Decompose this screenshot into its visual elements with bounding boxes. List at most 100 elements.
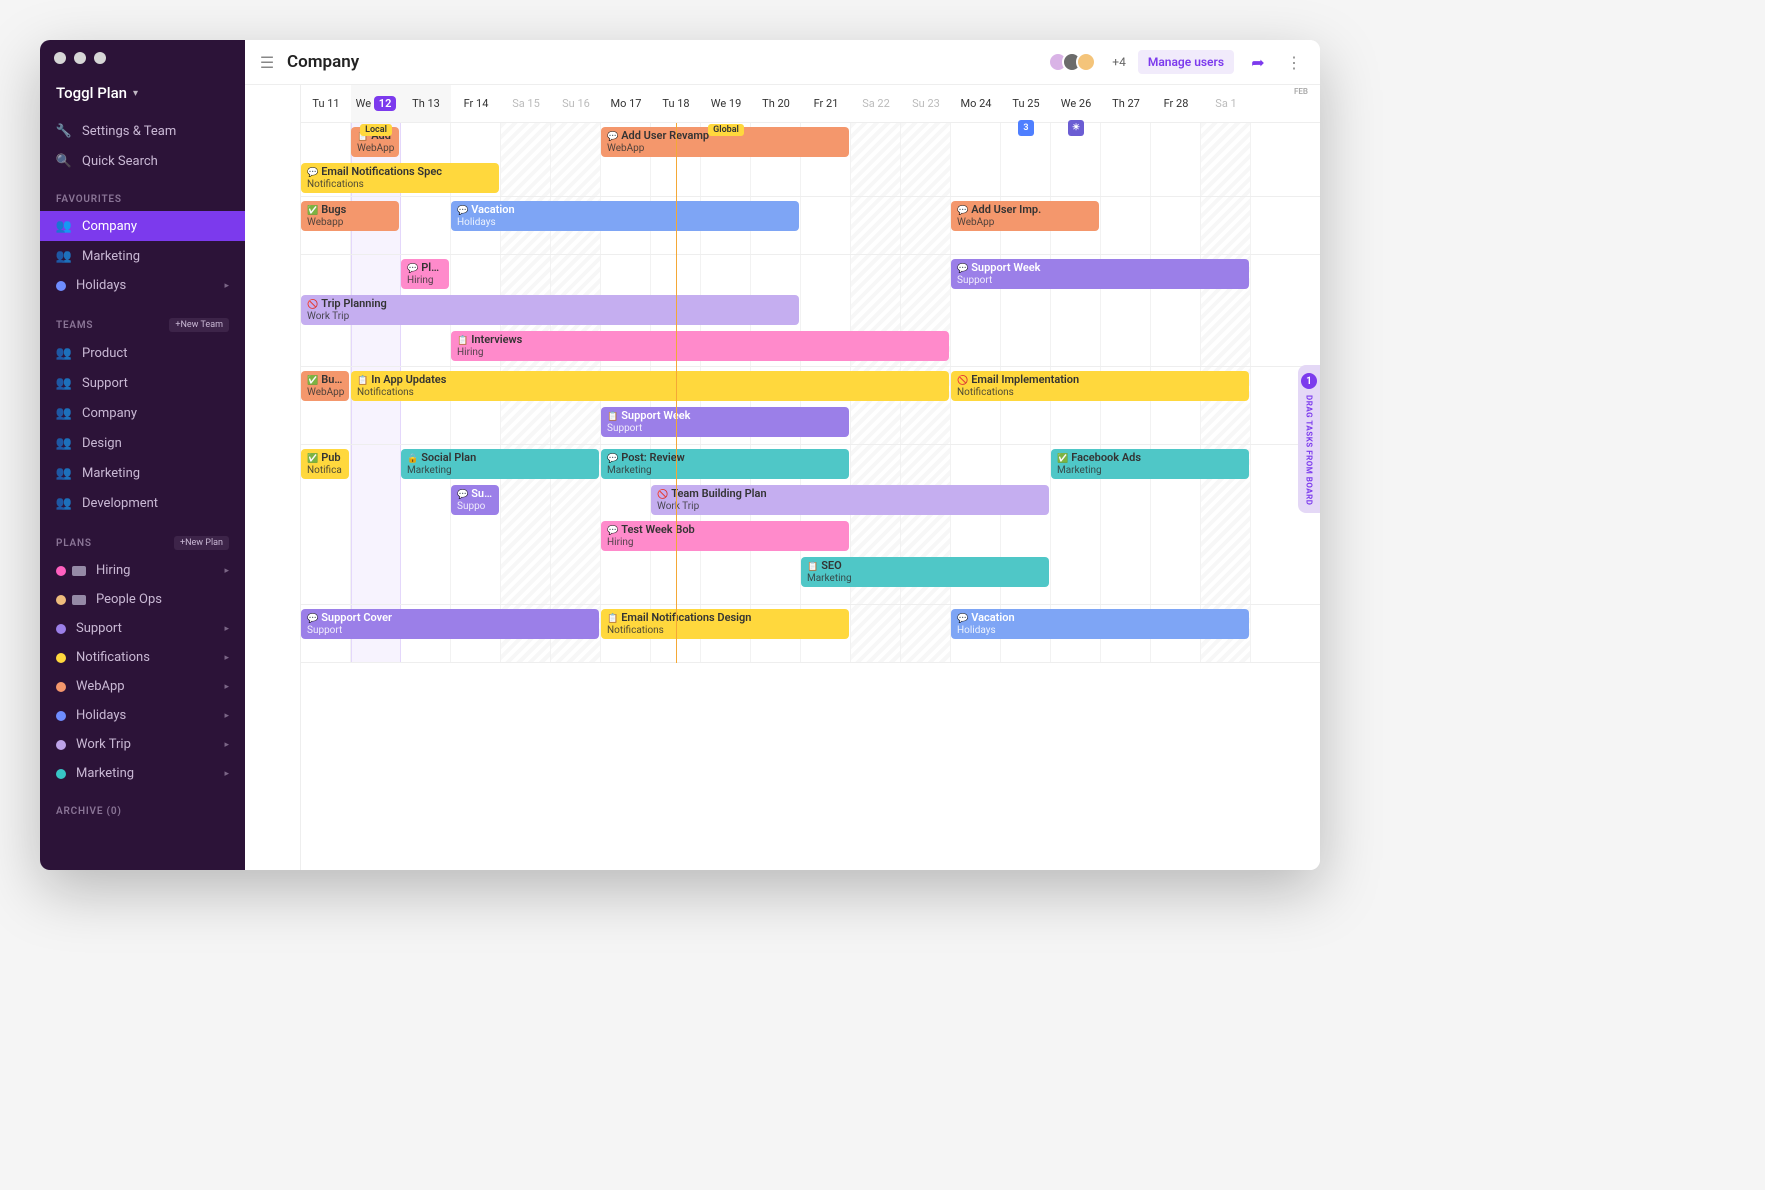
task-status-icon: 📋	[607, 614, 618, 624]
milestone-badge[interactable]: ☀	[1068, 120, 1084, 136]
task-bar[interactable]: 🚫Trip PlanningWork Trip	[301, 295, 799, 325]
day-cell[interactable]: Th 27	[1101, 85, 1151, 122]
day-cell[interactable]: Tu 18	[651, 85, 701, 122]
sidebar-label: Holidays	[76, 708, 126, 723]
sidebar-plan-notifications[interactable]: Notifications▸	[40, 643, 245, 672]
task-plan: Work Trip	[657, 501, 1043, 513]
manage-users-button[interactable]: Manage users	[1138, 50, 1234, 74]
task-bar[interactable]: 📋In App UpdatesNotifications	[351, 371, 949, 401]
task-bar[interactable]: 💬VacationHolidays	[951, 609, 1249, 639]
task-bar[interactable]: ✅Facebook AdsMarketing	[1051, 449, 1249, 479]
day-cell[interactable]: Tu 11	[301, 85, 351, 122]
sidebar-item-holidays[interactable]: Holidays▸	[40, 271, 245, 300]
kebab-icon[interactable]: ⋮	[1282, 50, 1306, 74]
day-label: Sa 1	[1215, 97, 1236, 110]
sidebar-team-development[interactable]: 👥Development	[40, 488, 245, 518]
sidebar-label: Marketing	[76, 766, 134, 781]
task-bar[interactable]: ✅BugsWebApp	[301, 371, 349, 401]
day-cell[interactable]: Fr 21	[801, 85, 851, 122]
new-plan-button[interactable]: +New Plan	[174, 536, 229, 550]
milestone-badge[interactable]: 3	[1018, 120, 1034, 136]
menu-icon[interactable]: ☰	[259, 54, 275, 70]
nav-search[interactable]: 🔍 Quick Search	[40, 146, 245, 176]
wrench-icon: 🔧	[56, 123, 72, 139]
sidebar-item-marketing[interactable]: 👥Marketing	[40, 241, 245, 271]
task-bar[interactable]: 💬PlanHiring	[401, 259, 449, 289]
day-cell[interactable]: Sa 1	[1201, 85, 1251, 122]
task-bar[interactable]: 💬SuppSuppo	[451, 485, 499, 515]
day-cell[interactable]: Mo 17	[601, 85, 651, 122]
sidebar-plan-marketing[interactable]: Marketing▸	[40, 759, 245, 788]
timeline-body[interactable]: 2020 Tu 11We 12LocalTh 13Fr 14Sa 15Su 16…	[301, 85, 1320, 870]
task-bar[interactable]: 🚫Team Building PlanWork Trip	[651, 485, 1049, 515]
milestone-badge[interactable]: Global	[708, 124, 744, 136]
sidebar-plan-support[interactable]: Support▸	[40, 614, 245, 643]
day-cell[interactable]: We 12Local	[351, 85, 401, 122]
day-cell[interactable]: Tu 253	[1001, 85, 1051, 122]
new-team-button[interactable]: +New Team	[169, 318, 229, 332]
task-plan: Notifica	[307, 465, 343, 477]
day-cell[interactable]: Su 16	[551, 85, 601, 122]
task-bar[interactable]: ✅BugsWebapp	[301, 201, 399, 231]
task-bar[interactable]: 💬Support CoverSupport	[301, 609, 599, 639]
sidebar-label: People Ops	[96, 592, 162, 607]
sidebar-plan-holidays[interactable]: Holidays ▸	[40, 701, 245, 730]
chevron-right-icon: ▸	[224, 711, 229, 721]
drag-from-board-handle[interactable]: 1 DRAG TASKS FROM BOARD	[1298, 365, 1320, 513]
task-bar[interactable]: 🚫Email ImplementationNotifications	[951, 371, 1249, 401]
sidebar-plan-webapp[interactable]: WebApp▸	[40, 672, 245, 701]
task-bar[interactable]: ✅PubNotifica	[301, 449, 349, 479]
sidebar-plan-people-ops[interactable]: People Ops	[40, 585, 245, 614]
sidebar-team-support[interactable]: 👥Support	[40, 368, 245, 398]
share-icon[interactable]: ➦	[1246, 50, 1270, 74]
day-cell[interactable]: We 19Global	[701, 85, 751, 122]
day-cell[interactable]: Th 13	[401, 85, 451, 122]
task-status-icon: 💬	[307, 614, 318, 624]
sidebar-label: Holidays	[76, 278, 126, 293]
day-cell[interactable]: Mo 24	[951, 85, 1001, 122]
day-cell[interactable]: Fr 28	[1151, 85, 1201, 122]
nav-settings[interactable]: 🔧 Settings & Team	[40, 116, 245, 146]
day-cell[interactable]: Sa 22	[851, 85, 901, 122]
task-status-icon: ✅	[307, 206, 318, 216]
brand-menu[interactable]: Toggl Plan ▾	[40, 76, 245, 116]
task-bar[interactable]: 📋InterviewsHiring	[451, 331, 949, 361]
sidebar-plan-hiring[interactable]: Hiring▸	[40, 556, 245, 585]
task-plan: WebApp	[307, 387, 343, 399]
task-title: 📋SEO	[807, 560, 1043, 573]
task-bar[interactable]: 💬Add User Imp.WebApp	[951, 201, 1099, 231]
task-bar[interactable]: 💬Post: ReviewMarketing	[601, 449, 849, 479]
plan-dot-icon	[56, 281, 66, 291]
sidebar-plan-work-trip[interactable]: Work Trip▸	[40, 730, 245, 759]
day-cell[interactable]: Sa 15	[501, 85, 551, 122]
section-head-archive[interactable]: ARCHIVE (0)	[40, 788, 245, 823]
sidebar-team-design[interactable]: 👥Design	[40, 428, 245, 458]
task-bar[interactable]: 🔒Social PlanMarketing	[401, 449, 599, 479]
sidebar-team-company[interactable]: 👥Company	[40, 398, 245, 428]
task-plan: Support	[957, 275, 1243, 287]
milestone-badge[interactable]: Local	[360, 124, 392, 136]
day-cell[interactable]: We 26☀	[1051, 85, 1101, 122]
sidebar-team-marketing[interactable]: 👥Marketing	[40, 458, 245, 488]
task-plan: Holidays	[457, 217, 793, 229]
avatar-stack[interactable]	[1054, 52, 1096, 72]
day-cell[interactable]: Fr 14	[451, 85, 501, 122]
sidebar-team-product[interactable]: 👥Product	[40, 338, 245, 368]
task-bar[interactable]: 📋Support WeekSupport	[601, 407, 849, 437]
plan-dot-icon	[56, 566, 66, 576]
day-label: Tu 25	[1012, 97, 1039, 110]
task-bar[interactable]: 💬Test Week BobHiring	[601, 521, 849, 551]
day-cell[interactable]: Th 20	[751, 85, 801, 122]
sidebar-label: Company	[82, 219, 137, 234]
task-bar[interactable]: 💬VacationHolidays	[451, 201, 799, 231]
task-bar[interactable]: 📋SEOMarketing	[801, 557, 1049, 587]
sidebar-item-company[interactable]: 👥Company	[40, 211, 245, 241]
task-plan: WebApp	[357, 143, 393, 155]
task-bar[interactable]: 💬Support WeekSupport	[951, 259, 1249, 289]
people-icon: 👥	[56, 345, 72, 361]
day-cell[interactable]: Su 23	[901, 85, 951, 122]
sidebar-label: Work Trip	[76, 737, 131, 752]
task-bar[interactable]: 💬Email Notifications SpecNotifications	[301, 163, 499, 193]
task-bar[interactable]: 📋Email Notifications DesignNotifications	[601, 609, 849, 639]
task-status-icon: 📋	[457, 336, 468, 346]
